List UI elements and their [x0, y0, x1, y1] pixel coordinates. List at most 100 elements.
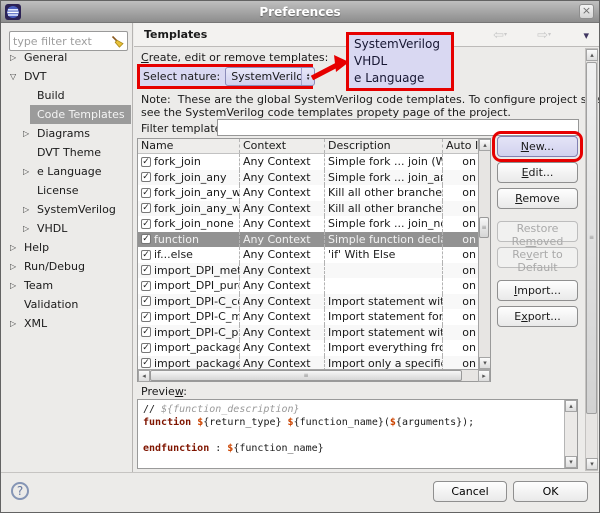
view-menu-icon[interactable]: ▾ — [583, 29, 589, 42]
sidebar-item-code-templates[interactable]: Code Templates — [2, 105, 131, 124]
scroll-down-icon[interactable]: ▾ — [586, 458, 598, 470]
scrollbar-thumb[interactable]: ≡ — [150, 370, 462, 381]
sidebar-item-team[interactable]: ▷ Team — [2, 276, 131, 295]
nature-option-systemverilog[interactable]: SystemVerilog — [354, 36, 446, 53]
preview-scrollbar[interactable]: ▴ ▾ — [564, 400, 577, 468]
template-checkbox[interactable]: ✓ — [141, 203, 151, 214]
sidebar-item-build[interactable]: Build — [2, 86, 131, 105]
table-horizontal-scrollbar[interactable]: ◂ ≡ ▸ — [138, 369, 490, 382]
template-checkbox[interactable]: ✓ — [141, 156, 151, 167]
scroll-down-icon[interactable]: ▾ — [479, 357, 490, 369]
expand-arrow-icon[interactable]: ▷ — [10, 319, 24, 328]
expand-arrow-icon[interactable]: ▷ — [23, 129, 37, 138]
template-checkbox[interactable]: ✓ — [141, 280, 151, 291]
collapse-arrow-icon[interactable]: ▽ — [10, 72, 24, 81]
sidebar-item-diagrams[interactable]: ▷ Diagrams — [2, 124, 131, 143]
filter-templates-input[interactable] — [217, 119, 579, 136]
sidebar-item-validation[interactable]: Validation — [2, 295, 131, 314]
sidebar-item-license[interactable]: License — [2, 181, 131, 200]
nature-option-e-language[interactable]: e Language — [354, 70, 446, 87]
template-checkbox[interactable]: ✓ — [141, 342, 151, 353]
help-icon[interactable]: ? — [11, 482, 29, 500]
expand-arrow-icon[interactable]: ▷ — [23, 224, 37, 233]
revert-to-default-button[interactable]: Revert to Default — [497, 247, 578, 274]
expand-arrow-icon[interactable]: ▷ — [10, 243, 24, 252]
template-row-import-dpi-method[interactable]: ✓import_DPI_methodAny Context on — [138, 262, 478, 278]
sidebar-item-e-language[interactable]: ▷ e Language — [2, 162, 131, 181]
clear-filter-icon[interactable] — [111, 35, 124, 48]
template-row-fork-join-any[interactable]: ✓ fork_join_any Any Context Simple fork ...… — [138, 169, 478, 185]
nature-option-vhdl[interactable]: VHDL — [354, 53, 446, 70]
scrollbar-track[interactable]: ≡ — [586, 61, 597, 458]
template-row-import-dpi-c-cont[interactable]: ✓import_DPI-C_contAny ContextImport stat… — [138, 293, 478, 309]
column-header-context[interactable]: Context — [239, 139, 324, 153]
scrollbar-track[interactable]: ≡ — [479, 151, 490, 357]
scrollbar-thumb[interactable]: ≡ — [586, 62, 597, 414]
export-button[interactable]: Export... — [497, 306, 578, 327]
template-checkbox[interactable]: ✓ — [141, 187, 151, 198]
template-row-if-else[interactable]: ✓ if...else Any Context'if' With Else on — [138, 247, 478, 263]
sidebar-item-general[interactable]: ▷ General — [2, 48, 131, 67]
scroll-up-icon[interactable]: ▴ — [479, 139, 490, 151]
template-name: import_DPI-C_cont — [154, 294, 239, 308]
page-vertical-scrollbar[interactable]: ▴ ≡ ▾ — [585, 48, 598, 471]
ok-button[interactable]: OK — [513, 481, 588, 502]
template-row-import-package-s[interactable]: ✓import_package_sAny ContextImport only … — [138, 355, 478, 369]
column-header-description[interactable]: Description — [324, 139, 442, 153]
nature-combo[interactable]: SystemVerilog ▴▾ — [225, 67, 316, 86]
template-row-fork-join-none[interactable]: ✓ fork_join_none Any Context Simple fork ..… — [138, 216, 478, 232]
scroll-down-icon[interactable]: ▾ — [565, 456, 577, 468]
table-vertical-scrollbar[interactable]: ▴ ≡ ▾ — [478, 139, 490, 369]
template-checkbox[interactable]: ✓ — [141, 265, 151, 276]
import-button[interactable]: Import... — [497, 280, 578, 301]
template-checkbox[interactable]: ✓ — [141, 311, 151, 322]
edit-button[interactable]: Edit... — [497, 162, 578, 183]
name-cell: ✓ fork_join — [138, 154, 239, 170]
template-checkbox[interactable]: ✓ — [141, 358, 151, 369]
expand-arrow-icon[interactable]: ▷ — [10, 281, 24, 290]
tree-filter-input[interactable] — [13, 34, 108, 48]
template-row-function[interactable]: ✓ function Any Context Simple function decl… — [138, 231, 478, 247]
remove-button[interactable]: Remove — [497, 188, 578, 209]
sidebar-item-run-debug[interactable]: ▷ Run/Debug — [2, 257, 131, 276]
scroll-left-icon[interactable]: ◂ — [138, 370, 150, 382]
template-checkbox[interactable]: ✓ — [141, 234, 151, 245]
template-row-fork-join[interactable]: ✓ fork_join Any Context Simple fork ... joi… — [138, 154, 478, 170]
restore-removed-button[interactable]: Restore Removed — [497, 221, 578, 248]
sidebar-item-dvt-theme[interactable]: DVT Theme — [2, 143, 131, 162]
template-checkbox[interactable]: ✓ — [141, 172, 151, 183]
expand-arrow-icon[interactable]: ▷ — [23, 167, 37, 176]
sidebar-item-dvt[interactable]: ▽ DVT — [2, 67, 131, 86]
template-checkbox[interactable]: ✓ — [141, 249, 151, 260]
expand-arrow-icon[interactable]: ▷ — [10, 53, 24, 62]
template-row-import-dpi-c-met[interactable]: ✓import_DPI-C_metAny ContextImport state… — [138, 309, 478, 325]
scroll-up-icon[interactable]: ▴ — [586, 49, 598, 61]
template-row-import-package-a[interactable]: ✓import_package_aAny ContextImport every… — [138, 340, 478, 356]
sidebar-item-help[interactable]: ▷ Help — [2, 238, 131, 257]
scroll-right-icon[interactable]: ▸ — [478, 370, 490, 382]
sidebar-item-systemverilog[interactable]: ▷ SystemVerilog — [2, 200, 131, 219]
column-header-auto-insert[interactable]: Auto Insert — [442, 139, 478, 153]
template-row-import-dpi-c-pure[interactable]: ✓import_DPI-C_pureAny ContextImport stat… — [138, 324, 478, 340]
new-button[interactable]: New... — [492, 131, 583, 162]
back-nav-icon[interactable]: ⇦▾ — [493, 28, 507, 43]
close-icon[interactable]: × — [579, 4, 594, 19]
column-header-name[interactable]: Name — [138, 139, 239, 153]
description-cell — [324, 278, 442, 294]
expand-arrow-icon[interactable]: ▷ — [10, 262, 24, 271]
scrollbar-thumb[interactable]: ≡ — [479, 217, 489, 238]
sidebar-item-vhdl[interactable]: ▷ VHDL — [2, 219, 131, 238]
template-row-fork-join-any-with[interactable]: ✓fork_join_any_withAny ContextKill all o… — [138, 185, 478, 201]
expand-arrow-icon[interactable]: ▷ — [23, 205, 37, 214]
template-checkbox[interactable]: ✓ — [141, 218, 151, 229]
template-checkbox[interactable]: ✓ — [141, 327, 151, 338]
template-checkbox[interactable]: ✓ — [141, 296, 151, 307]
forward-nav-icon[interactable]: ⇨▾ — [537, 28, 551, 43]
template-row-fork-join-any-with[interactable]: ✓fork_join_any_withAny ContextKill all o… — [138, 200, 478, 216]
scrollbar-track[interactable] — [462, 370, 478, 381]
template-row-import-dpi-pure-r[interactable]: ✓import_DPI_pure_rAny Context on — [138, 278, 478, 294]
preview-pane[interactable]: // ${function_description} function ${ret… — [137, 399, 578, 469]
scroll-up-icon[interactable]: ▴ — [565, 400, 577, 412]
cancel-button[interactable]: Cancel — [433, 481, 507, 502]
sidebar-item-xml[interactable]: ▷ XML — [2, 314, 131, 333]
